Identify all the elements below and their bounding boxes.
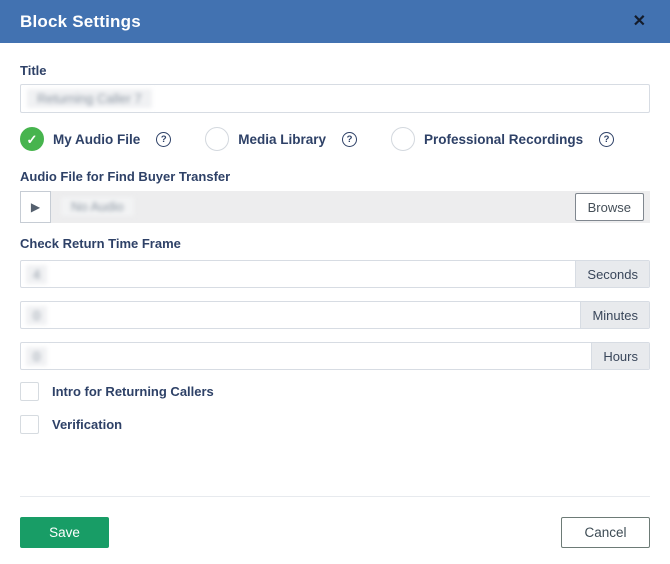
checkbox-unchecked-icon: [20, 415, 39, 434]
audio-source-radio-group: ✓ My Audio File ? Media Library ? Profes…: [20, 126, 650, 152]
checkbox-intro-returning-callers[interactable]: Intro for Returning Callers: [20, 382, 650, 401]
title-input[interactable]: Returning Caller 7: [20, 84, 650, 113]
radio-unselected-icon: [205, 127, 230, 151]
play-button[interactable]: ▶: [20, 191, 51, 223]
hours-unit-addon: Hours: [591, 343, 649, 369]
cancel-button[interactable]: Cancel: [561, 517, 650, 548]
help-icon[interactable]: ?: [599, 131, 615, 147]
checkbox-verification[interactable]: Verification: [20, 415, 650, 434]
checkbox-unchecked-icon: [20, 382, 39, 401]
title-label: Title: [20, 63, 47, 78]
browse-button[interactable]: Browse: [574, 193, 644, 221]
modal-body: Title Returning Caller 7 ✓ My Audio File…: [0, 43, 670, 434]
play-icon: ▶: [30, 200, 41, 214]
help-icon[interactable]: ?: [342, 131, 358, 147]
save-button[interactable]: Save: [20, 517, 109, 548]
modal-title: Block Settings: [20, 11, 141, 31]
modal-header: Block Settings ✕: [0, 0, 670, 43]
seconds-unit-addon: Seconds: [575, 261, 649, 287]
minutes-input[interactable]: 0: [21, 302, 580, 328]
audio-file-label: Audio File for Find Buyer Transfer: [20, 169, 231, 184]
audio-status-text: No Audio: [61, 197, 134, 216]
checkbox-label: Verification: [52, 417, 123, 432]
checkbox-label: Intro for Returning Callers: [52, 384, 214, 399]
hours-field-row: 0 Hours: [20, 342, 650, 370]
title-input-value: Returning Caller 7: [27, 89, 152, 108]
check-icon: ✓: [26, 131, 38, 147]
minutes-field-row: 0 Minutes: [20, 301, 650, 329]
radio-unselected-icon: [391, 127, 416, 151]
seconds-input[interactable]: 4: [21, 261, 575, 287]
radio-professional-recordings[interactable]: Professional Recordings ?: [391, 127, 615, 151]
audio-player-bar: ▶ No Audio Browse: [20, 191, 650, 223]
hours-value: 0: [26, 346, 48, 366]
seconds-value: 4: [26, 264, 48, 284]
block-settings-modal: Block Settings ✕ Title Returning Caller …: [0, 0, 670, 557]
help-icon[interactable]: ?: [156, 131, 172, 147]
modal-footer: Save Cancel: [0, 434, 670, 564]
audio-status: No Audio: [61, 197, 134, 216]
radio-label: Professional Recordings: [424, 131, 584, 147]
radio-media-library[interactable]: Media Library ?: [205, 127, 358, 151]
radio-label: Media Library: [238, 131, 327, 147]
radio-my-audio-file[interactable]: ✓ My Audio File ?: [20, 127, 172, 151]
minutes-unit-addon: Minutes: [580, 302, 649, 328]
radio-label: My Audio File: [53, 131, 141, 147]
seconds-field-row: 4 Seconds: [20, 260, 650, 288]
minutes-value: 0: [26, 305, 48, 325]
time-frame-label: Check Return Time Frame: [20, 236, 181, 251]
footer-divider: [20, 496, 650, 497]
hours-input[interactable]: 0: [21, 343, 591, 369]
close-icon[interactable]: ✕: [629, 12, 650, 32]
radio-selected-icon: ✓: [20, 127, 44, 151]
